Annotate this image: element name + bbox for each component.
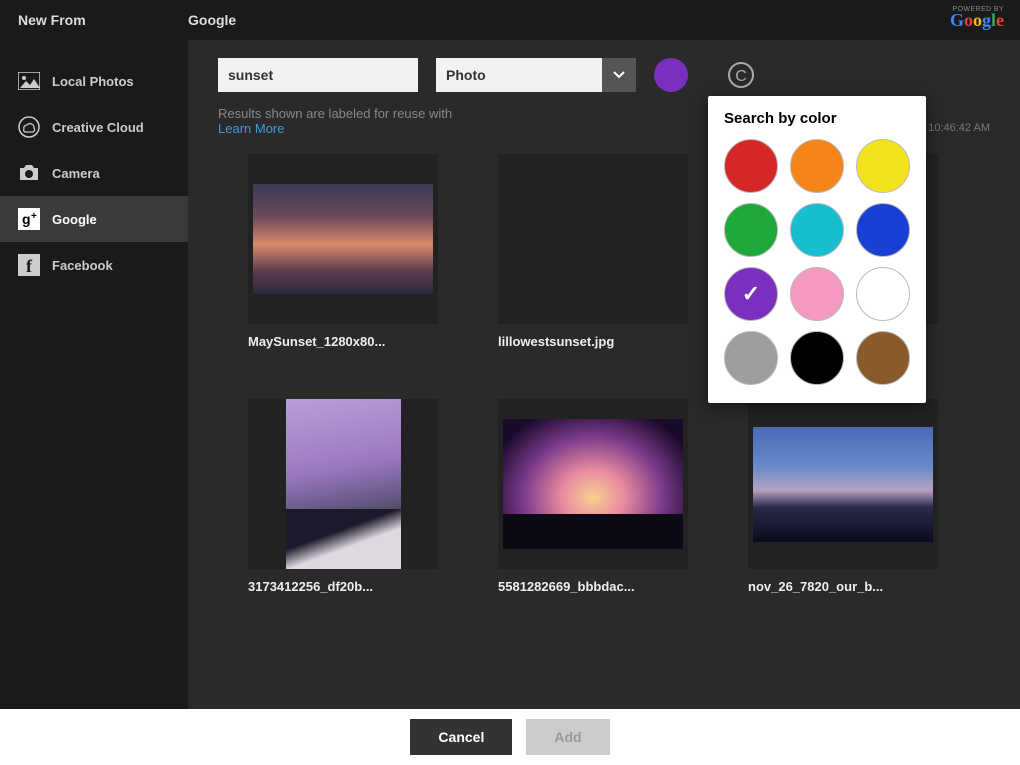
footer: Cancel Add: [0, 709, 1020, 765]
section-title: Google: [188, 12, 236, 28]
sidebar-item-label: Camera: [52, 166, 100, 181]
svg-text:C: C: [735, 68, 747, 85]
thumb-caption: 3173412256_df20b...: [248, 569, 438, 594]
search-input[interactable]: [218, 58, 418, 92]
color-swatch-teal[interactable]: [790, 203, 844, 257]
color-swatch-blue[interactable]: [856, 203, 910, 257]
color-swatch-white[interactable]: [856, 267, 910, 321]
topbar: New From Google POWERED BY Google: [0, 0, 1020, 40]
result-thumb[interactable]: 3173412256_df20b...: [248, 399, 438, 594]
thumb-caption: MaySunset_1280x80...: [248, 324, 438, 349]
thumb-caption: lillowestsunset.jpg: [498, 324, 688, 349]
sidebar-item-google[interactable]: g+ Google: [0, 196, 188, 242]
sidebar-item-local-photos[interactable]: Local Photos: [0, 58, 188, 104]
sidebar: Local Photos Creative Cloud Camera g+ Go…: [0, 40, 188, 709]
add-button[interactable]: Add: [526, 719, 609, 755]
color-grid: [724, 139, 910, 385]
color-swatch-orange[interactable]: [790, 139, 844, 193]
sidebar-item-label: Local Photos: [52, 74, 134, 89]
thumb-caption: 5581282669_bbbdac...: [498, 569, 688, 594]
image-icon: [18, 70, 40, 92]
sidebar-item-creative-cloud[interactable]: Creative Cloud: [0, 104, 188, 150]
main-panel: Photo C Results shown are labeled for re…: [188, 40, 1020, 709]
color-swatch-green[interactable]: [724, 203, 778, 257]
color-swatch-brown[interactable]: [856, 331, 910, 385]
thumb-image: [248, 399, 438, 569]
powered-by-google: POWERED BY Google: [950, 6, 1004, 31]
color-popover: Search by color: [708, 96, 926, 403]
sidebar-item-label: Google: [52, 212, 97, 227]
color-swatch-gray[interactable]: [724, 331, 778, 385]
dropdown-label: Photo: [436, 67, 602, 83]
sidebar-item-camera[interactable]: Camera: [0, 150, 188, 196]
cancel-button[interactable]: Cancel: [410, 719, 512, 755]
camera-icon: [18, 162, 40, 184]
search-row: Photo C: [188, 40, 1020, 102]
chevron-down-icon: [602, 58, 636, 92]
color-swatch-pink[interactable]: [790, 267, 844, 321]
facebook-icon: f: [18, 254, 40, 276]
type-dropdown[interactable]: Photo: [436, 58, 636, 92]
thumb-image: [498, 154, 688, 324]
google-logo: Google: [950, 10, 1004, 30]
svg-text:+: +: [31, 211, 37, 222]
thumb-image: [748, 399, 938, 569]
color-popover-title: Search by color: [724, 110, 910, 127]
sidebar-item-label: Creative Cloud: [52, 120, 144, 135]
result-thumb[interactable]: 5581282669_bbbdac...: [498, 399, 688, 594]
color-filter-trigger[interactable]: [654, 58, 688, 92]
color-swatch-purple[interactable]: [724, 267, 778, 321]
svg-text:g: g: [22, 211, 31, 227]
thumb-caption: nov_26_7820_our_b...: [748, 569, 938, 594]
thumb-image: [498, 399, 688, 569]
sidebar-item-label: Facebook: [52, 258, 113, 273]
app-title: New From: [18, 12, 188, 28]
sidebar-item-facebook[interactable]: f Facebook: [0, 242, 188, 288]
google-plus-icon: g+: [18, 208, 40, 230]
svg-text:f: f: [26, 256, 33, 276]
color-swatch-red[interactable]: [724, 139, 778, 193]
result-thumb[interactable]: MaySunset_1280x80...: [248, 154, 438, 349]
copyright-icon[interactable]: C: [726, 60, 756, 90]
color-swatch-yellow[interactable]: [856, 139, 910, 193]
result-thumb[interactable]: lillowestsunset.jpg: [498, 154, 688, 349]
color-swatch-black[interactable]: [790, 331, 844, 385]
result-thumb[interactable]: nov_26_7820_our_b...: [748, 399, 938, 594]
creative-cloud-icon: [18, 116, 40, 138]
thumb-image: [248, 154, 438, 324]
